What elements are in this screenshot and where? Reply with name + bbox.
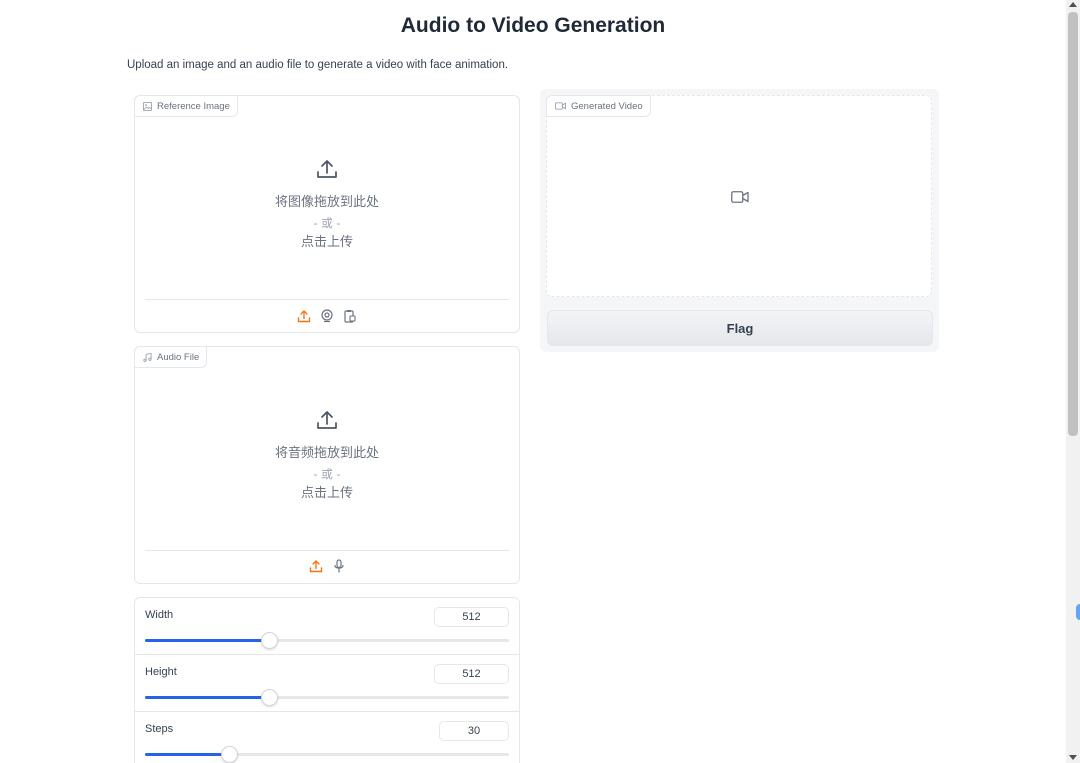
flag-button[interactable]: Flag <box>547 310 933 346</box>
height-slider: Height 512 <box>135 655 519 712</box>
video-placeholder-icon <box>731 190 749 208</box>
scroll-up-arrow-icon[interactable] <box>1069 2 1077 7</box>
microphone-icon[interactable] <box>332 559 346 573</box>
page-description: Upload an image and an audio file to gen… <box>127 59 509 71</box>
video-display: Generated Video <box>546 95 932 297</box>
width-value-input[interactable]: 512 <box>434 607 509 627</box>
or-text: - 或 - <box>313 216 341 230</box>
height-value-input[interactable]: 512 <box>434 664 509 684</box>
audio-file-dropzone[interactable]: 将音频拖放到此处 - 或 - 点击上传 <box>135 409 519 504</box>
height-label: Height <box>145 666 177 678</box>
scroll-down-arrow-icon[interactable] <box>1069 755 1077 760</box>
height-fill <box>145 696 269 699</box>
generated-video-panel: Generated Video <box>540 91 939 303</box>
or-text: - 或 - <box>313 467 341 481</box>
webcam-icon[interactable] <box>320 309 334 323</box>
reference-image-dropzone[interactable]: 将图像拖放到此处 - 或 - 点击上传 <box>135 158 519 253</box>
steps-slider: Steps 30 <box>135 712 519 763</box>
width-track[interactable] <box>145 632 509 649</box>
image-icon <box>143 101 152 111</box>
upload-source-icon[interactable] <box>309 559 323 573</box>
settings-panel: Width 512 Height 512 Steps 30 <box>134 597 520 763</box>
edge-floating-button[interactable] <box>1076 604 1080 620</box>
height-thumb[interactable] <box>260 689 278 706</box>
clipboard-icon[interactable] <box>343 309 357 323</box>
generated-video-label: Generated Video <box>546 95 651 117</box>
scroll-thumb[interactable] <box>1068 12 1078 436</box>
height-track[interactable] <box>145 689 509 706</box>
audio-file-panel[interactable]: Audio File 将音频拖放到此处 - 或 - 点击上传 <box>134 346 520 584</box>
audio-file-label: Audio File <box>134 346 208 368</box>
steps-label: Steps <box>145 723 174 735</box>
reference-image-label: Reference Image <box>134 95 238 117</box>
source-divider <box>145 550 509 551</box>
drop-audio-text: 将音频拖放到此处 <box>274 446 379 461</box>
steps-track[interactable] <box>145 746 509 763</box>
source-divider <box>145 299 509 300</box>
reference-image-panel[interactable]: Reference Image 将图像拖放到此处 - 或 - 点击上传 <box>134 95 520 333</box>
upload-source-icon[interactable] <box>297 309 311 323</box>
music-icon <box>143 352 152 362</box>
click-upload-text: 点击上传 <box>300 486 353 501</box>
upload-icon <box>316 158 338 185</box>
upload-icon <box>316 409 338 436</box>
page-title: Audio to Video Generation <box>400 14 666 37</box>
page-scrollbar[interactable] <box>1066 0 1080 763</box>
generated-video-label-text: Generated Video <box>571 100 643 112</box>
width-slider: Width 512 <box>135 598 519 655</box>
width-thumb[interactable] <box>260 632 278 649</box>
click-upload-text: 点击上传 <box>300 235 353 250</box>
width-label: Width <box>145 609 174 621</box>
steps-thumb[interactable] <box>220 746 238 763</box>
steps-fill <box>145 753 229 756</box>
image-source-selector <box>135 309 519 323</box>
audio-file-label-text: Audio File <box>157 351 200 363</box>
width-fill <box>145 639 269 642</box>
audio-source-selector <box>135 559 519 573</box>
video-icon <box>555 102 566 110</box>
drop-image-text: 将图像拖放到此处 <box>274 195 379 210</box>
steps-value-input[interactable]: 30 <box>439 721 509 741</box>
reference-image-label-text: Reference Image <box>157 100 230 112</box>
